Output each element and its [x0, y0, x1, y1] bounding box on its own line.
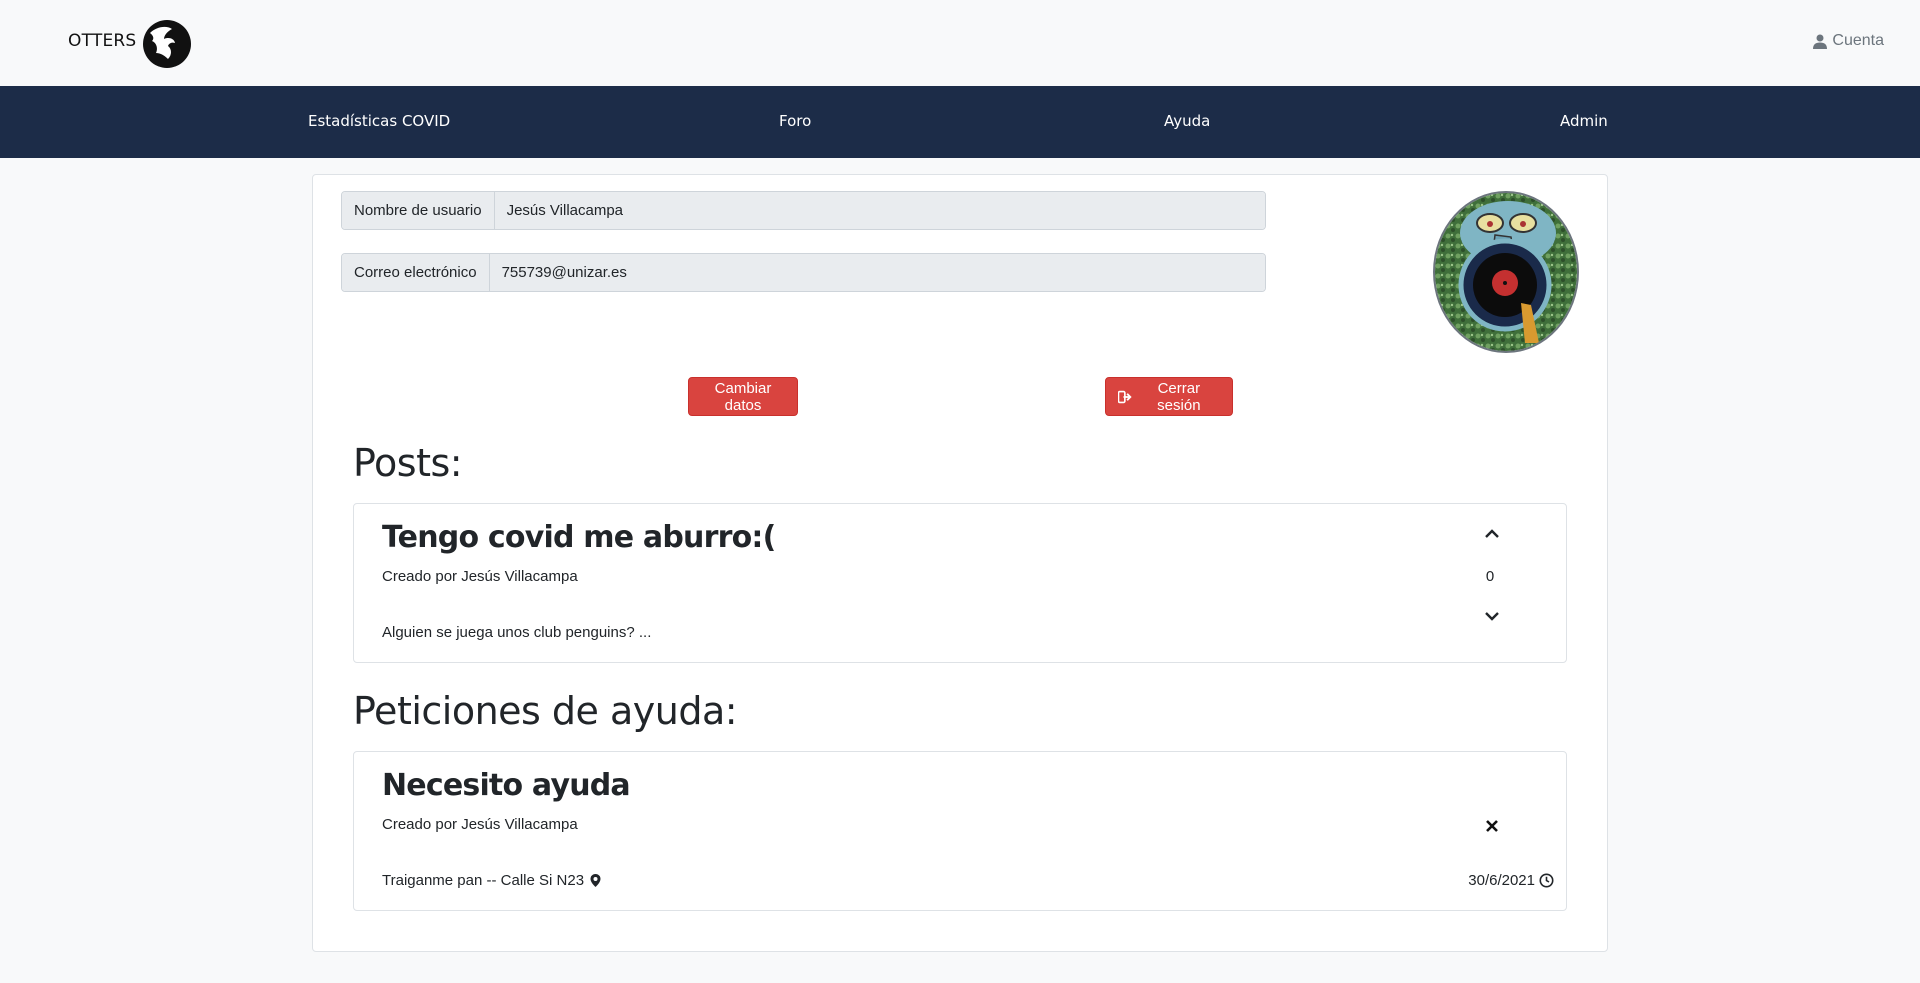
top-header: OTTERS Cuenta: [0, 0, 1920, 86]
avatar-image: [1435, 193, 1577, 351]
logout-button[interactable]: Cerrar sesión: [1105, 377, 1233, 416]
brand-name: OTTERS: [68, 31, 137, 51]
username-label: Nombre de usuario: [342, 192, 495, 229]
help-request-card[interactable]: Necesito ayuda Creado por Jesús Villacam…: [353, 751, 1567, 911]
help-request-date-text: 30/6/2021: [1468, 872, 1535, 889]
main-navbar: Estadísticas COVID Foro Ayuda Admin: [0, 86, 1920, 158]
post-author: Creado por Jesús Villacampa: [382, 568, 578, 585]
otter-logo-icon: [143, 20, 192, 68]
clock-icon: [1539, 873, 1554, 888]
upvote-chevron-up-icon[interactable]: [1482, 524, 1502, 544]
avatar: [1433, 191, 1579, 353]
help-request-date: 30/6/2021: [1468, 872, 1554, 889]
help-request-description-text: Traiganme pan -- Calle Si N23: [382, 872, 585, 889]
sign-out-icon: [1118, 390, 1132, 403]
post-excerpt-text: Alguien se juega unos club penguins? ...: [382, 624, 652, 641]
email-label: Correo electrónico: [342, 254, 490, 291]
username-group: Nombre de usuario: [341, 191, 1266, 230]
delete-close-icon[interactable]: [1482, 816, 1502, 836]
nav-item-foro[interactable]: Foro: [779, 112, 811, 130]
help-requests-heading: Peticiones de ayuda:: [353, 689, 738, 733]
map-marker-icon: [590, 874, 601, 887]
email-field[interactable]: [489, 254, 1265, 291]
user-icon: [1813, 34, 1828, 49]
logout-label: Cerrar sesión: [1157, 379, 1201, 414]
post-title[interactable]: Tengo covid me aburro:(: [382, 520, 776, 555]
nav-item-ayuda[interactable]: Ayuda: [1164, 112, 1210, 130]
post-excerpt: Alguien se juega unos club penguins? ...: [382, 624, 651, 641]
change-data-button[interactable]: Cambiar datos: [688, 377, 798, 416]
email-group: Correo electrónico: [341, 253, 1266, 292]
help-request-description: Traiganme pan -- Calle Si N23: [382, 872, 603, 889]
vote-count: 0: [1485, 568, 1495, 585]
post-card[interactable]: Tengo covid me aburro:( Creado por Jesús…: [353, 503, 1567, 663]
nav-item-admin[interactable]: Admin: [1560, 112, 1608, 130]
account-label: Cuenta: [1832, 32, 1884, 49]
help-request-author: Creado por Jesús Villacampa: [382, 816, 578, 833]
help-request-title[interactable]: Necesito ayuda: [382, 768, 631, 803]
downvote-chevron-down-icon[interactable]: [1482, 606, 1502, 626]
posts-heading: Posts:: [353, 441, 463, 485]
username-field[interactable]: [494, 192, 1265, 229]
account-menu[interactable]: Cuenta: [1813, 32, 1884, 50]
nav-item-estadisticas[interactable]: Estadísticas COVID: [308, 112, 450, 130]
profile-card: Nombre de usuario Correo electrónico: [312, 174, 1608, 952]
brand-link[interactable]: OTTERS: [68, 18, 192, 70]
